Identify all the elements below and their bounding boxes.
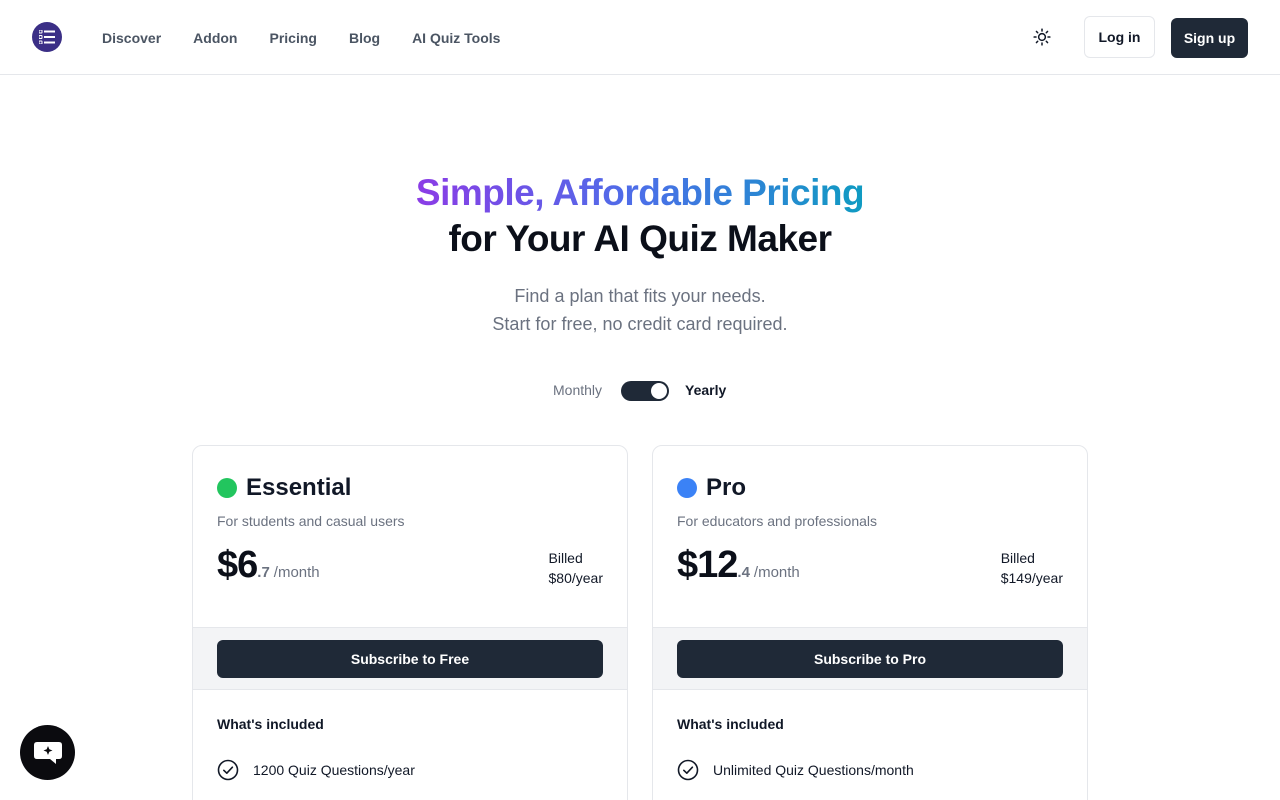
plan-header: Essential xyxy=(217,474,351,502)
price-fraction: .7 xyxy=(257,564,270,581)
billed-label: Billed xyxy=(1000,550,1035,566)
monthly-label[interactable]: Monthly xyxy=(553,382,602,398)
page-title: Simple, Affordable Pricing for Your AI Q… xyxy=(0,170,1280,262)
logo-list-icon[interactable] xyxy=(32,22,62,52)
nav-blog[interactable]: Blog xyxy=(349,30,380,46)
nav-addon[interactable]: Addon xyxy=(193,30,237,46)
chat-widget-button[interactable] xyxy=(20,725,75,780)
plan-price: $6 .7 /month xyxy=(217,544,320,587)
whats-included-heading: What's included xyxy=(217,716,324,732)
whats-included-heading: What's included xyxy=(677,716,784,732)
subtitle-line-2: Start for free, no credit card required. xyxy=(492,314,788,334)
theme-toggle-button[interactable] xyxy=(1030,25,1054,49)
subscribe-free-button[interactable]: Subscribe to Free xyxy=(217,640,603,678)
switch-knob xyxy=(651,383,667,399)
main-nav: Discover Addon Pricing Blog AI Quiz Tool… xyxy=(102,0,500,75)
signup-button[interactable]: Sign up xyxy=(1171,18,1248,58)
login-button[interactable]: Log in xyxy=(1084,16,1155,58)
subscribe-bar: Subscribe to Free xyxy=(193,627,627,690)
feature-text: 1200 Quiz Questions/year xyxy=(253,762,415,778)
plan-color-dot xyxy=(217,478,237,498)
nav-ai-quiz-tools[interactable]: AI Quiz Tools xyxy=(412,30,500,46)
yearly-label[interactable]: Yearly xyxy=(685,382,726,398)
feature-text: Unlimited Quiz Questions/month xyxy=(713,762,914,778)
subscribe-pro-button[interactable]: Subscribe to Pro xyxy=(677,640,1063,678)
plan-card-pro: Pro For educators and professionals $12 … xyxy=(652,445,1088,800)
price-period: /month xyxy=(753,564,800,581)
billed-amount: $149/year xyxy=(1000,570,1063,586)
price-whole: $12 xyxy=(677,544,738,586)
billing-period-switch[interactable] xyxy=(621,381,669,401)
check-circle-icon xyxy=(217,759,239,781)
sun-icon xyxy=(1033,28,1051,46)
feature-item: 1200 Quiz Questions/year xyxy=(217,759,415,781)
billing-toggle-row: Monthly Yearly xyxy=(0,378,1280,404)
plan-name: Essential xyxy=(246,474,352,501)
billed-label: Billed xyxy=(548,550,583,566)
price-period: /month xyxy=(273,564,320,581)
nav-discover[interactable]: Discover xyxy=(102,30,161,46)
subscribe-bar: Subscribe to Pro xyxy=(653,627,1087,690)
title-gradient-text: Simple, Affordable Pricing xyxy=(415,172,865,213)
plan-description: For educators and professionals xyxy=(677,513,877,529)
plan-name: Pro xyxy=(706,474,747,501)
plan-card-essential: Essential For students and casual users … xyxy=(192,445,628,800)
subtitle-line-1: Find a plan that fits your needs. xyxy=(514,286,766,306)
plan-color-dot xyxy=(677,478,697,498)
page-subtitle: Find a plan that fits your needs. Start … xyxy=(0,282,1280,338)
price-fraction: .4 xyxy=(737,564,750,581)
billed-info: Billed $80/year xyxy=(549,548,603,588)
list-icon xyxy=(39,30,55,44)
billed-amount: $80/year xyxy=(548,570,603,586)
plan-price: $12 .4 /month xyxy=(677,544,800,587)
title-dark-text: for Your AI Quiz Maker xyxy=(448,218,832,259)
feature-item: Unlimited Quiz Questions/month xyxy=(677,759,914,781)
price-whole: $6 xyxy=(217,544,258,586)
check-circle-icon xyxy=(677,759,699,781)
plan-header: Pro xyxy=(677,474,746,502)
top-header: Discover Addon Pricing Blog AI Quiz Tool… xyxy=(0,0,1280,75)
chat-bubble-icon xyxy=(33,741,62,764)
nav-pricing[interactable]: Pricing xyxy=(269,30,316,46)
billed-info: Billed $149/year xyxy=(1001,548,1063,588)
plan-description: For students and casual users xyxy=(217,513,405,529)
